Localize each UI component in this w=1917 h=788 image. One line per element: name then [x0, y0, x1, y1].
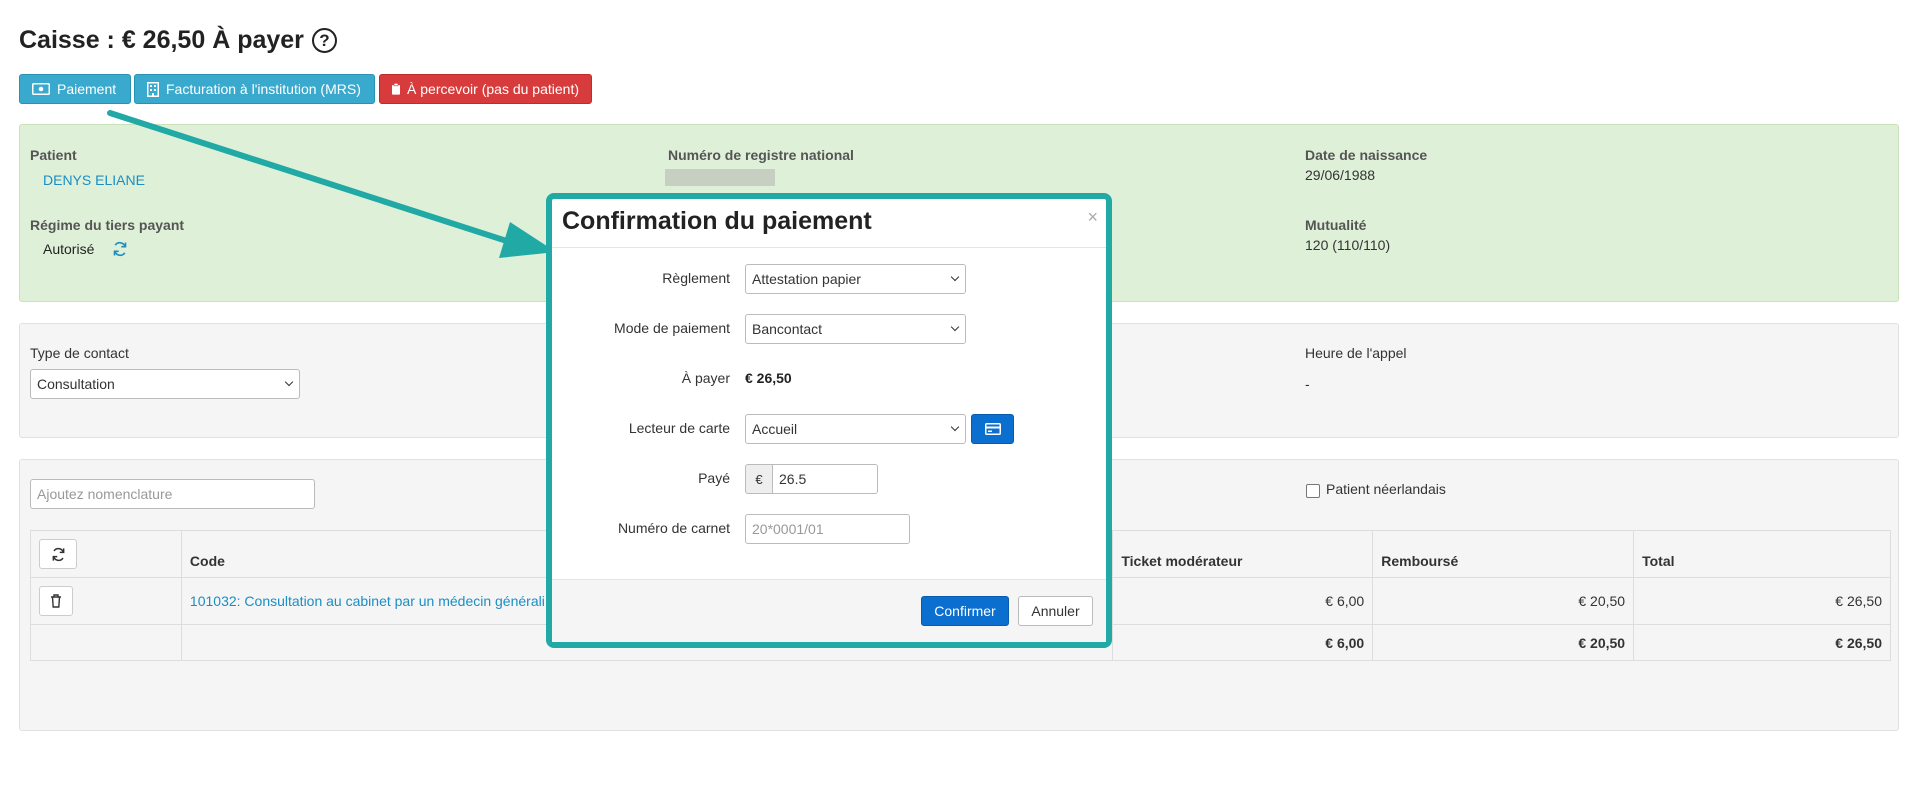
- row-total: € 26,50: [1633, 577, 1891, 625]
- birthdate-value: 29/06/1988: [1305, 167, 1376, 183]
- help-icon[interactable]: ?: [311, 28, 337, 53]
- building-icon: [147, 81, 159, 97]
- nomenclature-search-input[interactable]: Ajoutez nomenclature: [30, 479, 315, 509]
- modal-header: Confirmation du paiement ×: [552, 199, 1106, 248]
- birthdate-label: Date de naissance: [1305, 147, 1428, 163]
- chevron-down-icon: [284, 377, 294, 387]
- refresh-table-button[interactable]: [39, 539, 77, 569]
- to-collect-label: À percevoir (pas du patient): [407, 81, 579, 97]
- modal-footer: Confirmer Annuler: [552, 579, 1106, 642]
- settlement-label: Règlement: [662, 270, 730, 286]
- settlement-value: Attestation papier: [752, 271, 861, 287]
- paid-label: Payé: [698, 470, 730, 486]
- nrn-label: Numéro de registre national: [668, 147, 854, 163]
- settlement-select[interactable]: Attestation papier: [745, 264, 966, 294]
- credit-card-icon: [984, 423, 1001, 435]
- mutuality-value: 120 (110/110): [1305, 237, 1391, 253]
- page-title: Caisse : € 26,50 À payer ?: [19, 26, 337, 55]
- total-ticket: € 6,00: [1112, 624, 1374, 661]
- total-empty-cell: [30, 624, 182, 661]
- to-collect-button[interactable]: À percevoir (pas du patient): [379, 74, 592, 104]
- contact-type-select[interactable]: Consultation: [30, 369, 300, 399]
- call-time-label: Heure de l'appel: [1305, 345, 1407, 361]
- payment-mode-value: Bancontact: [752, 321, 823, 337]
- patient-name-link[interactable]: DENYS ELIANE: [43, 172, 145, 188]
- payment-button[interactable]: Paiement: [19, 74, 131, 104]
- contact-type-label: Type de contact: [30, 345, 129, 361]
- booklet-label: Numéro de carnet: [617, 520, 730, 536]
- payment-confirmation-modal: Confirmation du paiement × Règlement Att…: [546, 193, 1112, 648]
- to-pay-value: € 26,50: [745, 370, 792, 386]
- currency-addon: €: [745, 464, 773, 494]
- dutch-patient-label: Patient néerlandais: [1326, 481, 1446, 497]
- card-reader-label: Lecteur de carte: [628, 420, 730, 436]
- chevron-down-icon: [950, 272, 960, 282]
- delete-row-button[interactable]: [39, 586, 73, 616]
- trash-icon: [51, 594, 61, 608]
- cancel-button[interactable]: Annuler: [1018, 596, 1093, 626]
- refunded-column-header: Remboursé: [1372, 530, 1635, 578]
- payment-mode-select[interactable]: Bancontact: [745, 314, 966, 344]
- dutch-patient-checkbox[interactable]: [1306, 484, 1320, 498]
- billing-institution-label: Facturation à l'institution (MRS): [166, 81, 361, 97]
- row-ticket: € 6,00: [1112, 577, 1374, 625]
- card-reader-value: Accueil: [752, 421, 798, 437]
- confirm-button[interactable]: Confirmer: [921, 596, 1009, 626]
- modal-title: Confirmation du paiement: [562, 207, 872, 235]
- table-delete-cell: [30, 577, 182, 625]
- contact-type-value: Consultation: [37, 376, 115, 392]
- paid-value: 26.5: [779, 471, 807, 487]
- mutuality-label: Mutualité: [1305, 217, 1367, 233]
- total-column-header: Total: [1633, 530, 1891, 578]
- chevron-down-icon: [950, 422, 960, 432]
- refresh-icon[interactable]: [112, 241, 128, 257]
- nomenclature-placeholder: Ajoutez nomenclature: [37, 486, 173, 502]
- total-refunded: € 20,50: [1372, 624, 1635, 661]
- ticket-column-header: Ticket modérateur: [1112, 530, 1374, 578]
- regime-value: Autorisé: [43, 241, 95, 257]
- clipboard-icon: [392, 83, 401, 95]
- regime-label: Régime du tiers payant: [30, 217, 185, 233]
- nrn-redacted: [665, 169, 775, 186]
- to-pay-label: À payer: [681, 370, 730, 386]
- patient-label: Patient: [30, 147, 77, 163]
- table-refresh-cell: [30, 530, 182, 578]
- close-icon[interactable]: ×: [1087, 207, 1098, 228]
- card-reader-select[interactable]: Accueil: [745, 414, 966, 444]
- payment-mode-label: Mode de paiement: [614, 320, 730, 336]
- row-refunded: € 20,50: [1372, 577, 1635, 625]
- card-reader-button[interactable]: [971, 414, 1014, 444]
- booklet-placeholder: 20*0001/01: [752, 521, 824, 537]
- paid-input[interactable]: 26.5: [772, 464, 878, 494]
- call-time-value: -: [1305, 376, 1310, 392]
- cash-icon: [32, 83, 50, 95]
- refresh-icon: [52, 547, 64, 561]
- payment-button-label: Paiement: [57, 81, 117, 97]
- chevron-down-icon: [950, 322, 960, 332]
- total-total: € 26,50: [1633, 624, 1891, 661]
- booklet-input[interactable]: 20*0001/01: [745, 514, 910, 544]
- page-title-text: Caisse : € 26,50 À payer: [19, 26, 304, 54]
- billing-institution-button[interactable]: Facturation à l'institution (MRS): [134, 74, 375, 104]
